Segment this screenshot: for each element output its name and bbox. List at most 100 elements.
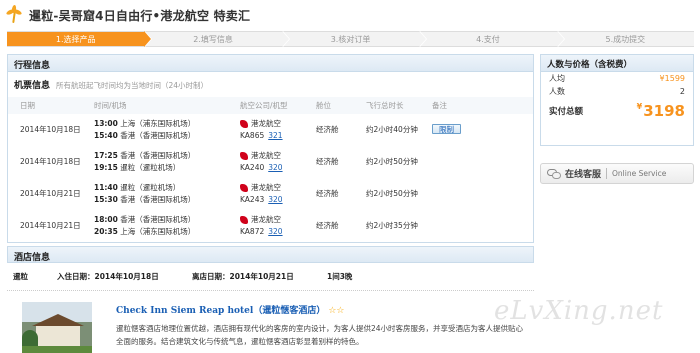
dep-place: 暹粒（暹粒机场） xyxy=(120,183,181,192)
step-submit-success: 5.成功提交 xyxy=(556,32,695,46)
service-divider xyxy=(606,168,608,179)
table-row: 2014年10月18日 17:25 香港（香港国际机场） 19:15 暹粒（暹粒… xyxy=(8,146,533,178)
dep-place: 香港（香港国际机场） xyxy=(120,151,196,160)
dep-time: 11:40 xyxy=(94,183,118,192)
flight-date: 2014年10月18日 xyxy=(20,157,81,166)
cabin-class: 经济舱 xyxy=(316,221,339,230)
arr-place: 香港（香港国际机场） xyxy=(120,131,196,140)
step-check-order: 3.核对订单 xyxy=(281,31,428,47)
aircraft-link[interactable]: 320 xyxy=(268,194,282,206)
arr-place: 上海（浦东国际机场） xyxy=(120,227,196,236)
currency-symbol: ¥ xyxy=(636,102,643,111)
arr-time: 15:30 xyxy=(94,195,118,204)
checkout-date: 离店日期：2014年10月21日 xyxy=(192,271,294,281)
col-note: 备注 xyxy=(432,101,447,110)
online-service-label-en: Online Service xyxy=(612,169,667,178)
flight-table-header: 日期 时间/机场 航空公司/机型 舱位 飞行总时长 备注 xyxy=(8,97,533,114)
aircraft-link[interactable]: 320 xyxy=(268,226,282,238)
hotel-photo[interactable] xyxy=(22,302,92,353)
flight-note xyxy=(432,150,502,156)
online-service-label: 在线客服 xyxy=(565,170,602,180)
flight-number: KA243 xyxy=(240,195,265,204)
flight-info-header: 机票信息 所有航班起飞时间均为当地时间（24小时制） xyxy=(8,72,533,91)
dragonair-logo-icon xyxy=(240,216,248,224)
flight-duration: 约2小时35分钟 xyxy=(366,221,418,230)
flight-note xyxy=(432,214,502,220)
total-price: ¥3198 xyxy=(637,102,685,120)
itinerary-panel: 行程信息 机票信息 所有航班起飞时间均为当地时间（24小时制） 日期 时间/机场… xyxy=(7,54,534,243)
pricing-panel: 人数与价格（含税费） 人均 ¥1599 人数 2 实付总额 ¥3198 xyxy=(540,54,694,146)
dep-time: 18:00 xyxy=(94,215,118,224)
col-time-airport: 时间/机场 xyxy=(94,101,127,110)
arr-place: 暹粒（暹粒机场） xyxy=(120,163,181,172)
step-select-product: 1.选择产品 xyxy=(7,31,153,47)
col-duration: 飞行总时长 xyxy=(366,101,404,110)
cabin-class: 经济舱 xyxy=(316,157,339,166)
total-label: 实付总额 xyxy=(549,107,584,117)
people-row: 人数 2 xyxy=(541,85,693,98)
checkin-date: 入住日期：2014年10月18日 xyxy=(57,271,159,281)
total-amount: 3198 xyxy=(643,102,685,120)
airline-name: 港龙航空 xyxy=(251,215,281,224)
flight-date: 2014年10月18日 xyxy=(20,125,81,134)
page-header: 暹粒-吴哥窟4日自由行•港龙航空 特卖汇 xyxy=(5,4,251,25)
flight-number: KA865 xyxy=(240,131,265,140)
chat-bubble-icon xyxy=(547,168,561,179)
flight-number: KA240 xyxy=(240,163,265,172)
per-person-row: 人均 ¥1599 xyxy=(541,72,693,85)
cabin-class: 经济舱 xyxy=(316,125,339,134)
dep-place: 上海（浦东国际机场） xyxy=(120,119,196,128)
palm-tree-icon xyxy=(5,4,23,24)
table-row: 2014年10月18日 13:00 上海（浦东国际机场） 15:40 香港（香港… xyxy=(8,114,533,146)
flight-duration: 约2小时40分钟 xyxy=(366,125,418,134)
flight-info-title: 机票信息 xyxy=(14,81,51,91)
col-airline: 航空公司/机型 xyxy=(240,101,288,110)
flight-date: 2014年10月21日 xyxy=(20,221,81,230)
flight-number: KA872 xyxy=(240,227,265,236)
dep-time: 17:25 xyxy=(94,151,118,160)
flight-duration: 约2小时50分钟 xyxy=(366,157,418,166)
col-date: 日期 xyxy=(20,101,35,110)
cabin-class: 经济舱 xyxy=(316,189,339,198)
table-row: 2014年10月21日 11:40 暹粒（暹粒机场） 15:30 香港（香港国际… xyxy=(8,178,533,210)
dragonair-logo-icon xyxy=(240,120,248,128)
hotel-divider xyxy=(7,290,534,291)
pricing-title: 人数与价格（含税费） xyxy=(541,55,693,72)
room-nights: 1间3晚 xyxy=(327,271,353,281)
arr-place: 香港（香港国际机场） xyxy=(120,195,196,204)
dep-time: 13:00 xyxy=(94,119,118,128)
per-person-label: 人均 xyxy=(549,74,565,83)
hotel-name-line: Check Inn Siem Reap hotel（暹粒惬客酒店） ☆☆ xyxy=(116,303,344,316)
flight-note xyxy=(432,182,502,188)
aircraft-link[interactable]: 320 xyxy=(268,162,282,174)
flight-duration: 约2小时50分钟 xyxy=(366,189,418,198)
online-service-button[interactable]: 在线客服 Online Service xyxy=(540,163,694,184)
airline-name: 港龙航空 xyxy=(251,151,281,160)
hotel-city: 暹粒 xyxy=(13,271,28,281)
arr-time: 15:40 xyxy=(94,131,118,140)
table-row: 2014年10月21日 18:00 香港（香港国际机场） 20:35 上海（浦东… xyxy=(8,210,533,242)
people-count: 2 xyxy=(679,87,685,96)
aircraft-link[interactable]: 321 xyxy=(268,130,282,142)
hotel-description: 暹粒惬客酒店地理位置优越，酒店拥有现代化的客房的室内设计，为客人提供24小时客房… xyxy=(116,324,524,346)
hotel-name-link[interactable]: Check Inn Siem Reap hotel（暹粒惬客酒店） xyxy=(116,306,325,316)
arr-time: 20:35 xyxy=(94,227,118,236)
people-label: 人数 xyxy=(549,87,565,96)
hotel-stay-info: 暹粒 入住日期：2014年10月18日 离店日期：2014年10月21日 1间3… xyxy=(7,266,534,286)
step-pay: 4.支付 xyxy=(419,31,566,47)
arr-time: 19:15 xyxy=(94,163,118,172)
hotel-section-title: 酒店信息 xyxy=(7,246,534,263)
restriction-button[interactable]: 限制 xyxy=(432,124,461,134)
dragonair-logo-icon xyxy=(240,152,248,160)
total-row: 实付总额 ¥3198 xyxy=(541,100,693,122)
dragonair-logo-icon xyxy=(240,184,248,192)
hotel-star-rating: ☆☆ xyxy=(328,306,345,316)
page-title: 暹粒-吴哥窟4日自由行•港龙航空 特卖汇 xyxy=(29,8,251,23)
col-cabin: 舱位 xyxy=(316,101,331,110)
airline-name: 港龙航空 xyxy=(251,119,281,128)
dep-place: 香港（香港国际机场） xyxy=(120,215,196,224)
per-person-price: ¥1599 xyxy=(659,74,685,83)
progress-steps: 1.选择产品 2.填写信息 3.核对订单 4.支付 5.成功提交 xyxy=(7,31,695,47)
airline-name: 港龙航空 xyxy=(251,183,281,192)
itinerary-title: 行程信息 xyxy=(8,55,533,72)
